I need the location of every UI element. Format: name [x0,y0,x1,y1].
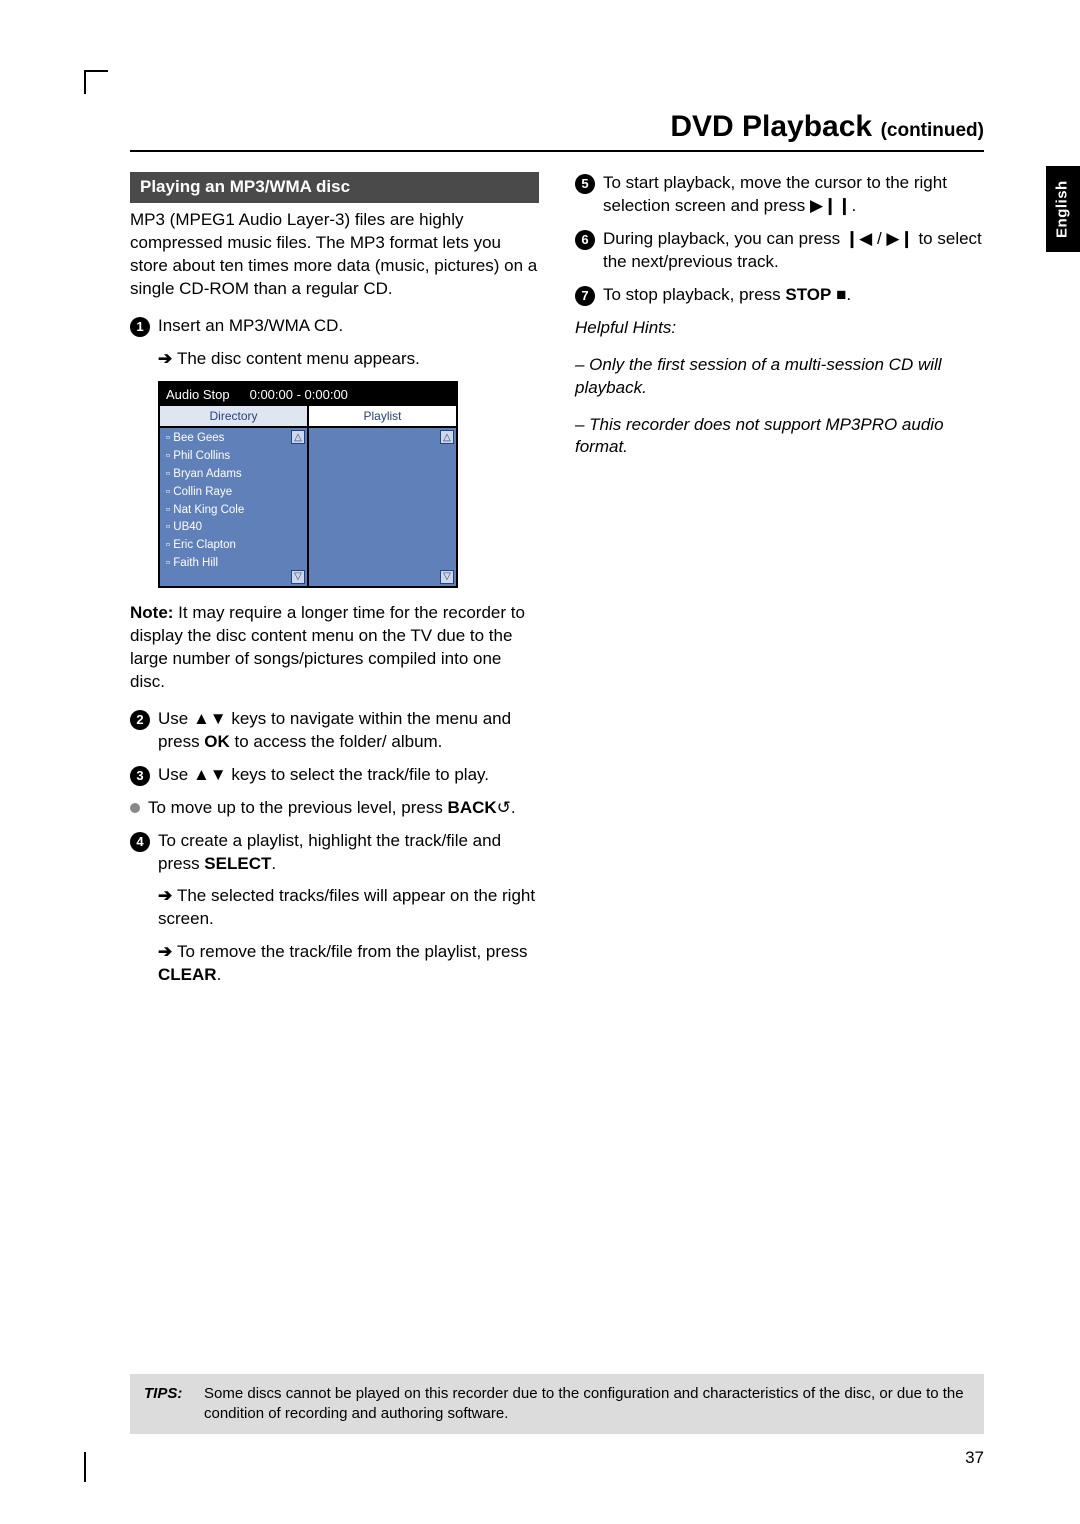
step-number-1: 1 [130,317,150,337]
header-title: DVD Playback [670,110,872,143]
tips-text: Some discs cannot be played on this reco… [204,1384,970,1425]
osd-status-bar: Audio Stop 0:00:00 - 0:00:00 [160,383,456,407]
language-tab: English [1046,166,1080,252]
scroll-up-icon: △ [291,430,305,444]
scroll-down-icon: ▽ [440,570,454,584]
step-5: 5 To start playback, move the cursor to … [575,172,984,218]
crop-mark-bottom-left [84,1452,86,1482]
step-7-text: To stop playback, press STOP ■. [603,284,984,307]
tips-label: TIPS: [144,1384,194,1425]
osd-directory-header: Directory [160,406,307,428]
step-number-3: 3 [130,766,150,786]
step-number-6: 6 [575,230,595,250]
right-column: English 5 To start playback, move the cu… [575,172,984,997]
hint-1: – Only the first session of a multi-sess… [575,354,984,400]
next-track-icon: ▶❙ [886,229,913,248]
osd-playlist-list: △ ▽ [309,428,456,586]
up-down-icon: ▲▼ [193,709,227,728]
step-4: 4 To create a playlist, highlight the tr… [130,830,539,876]
osd-directory-list: △ Bee Gees Phil Collins Bryan Adams Coll… [160,428,307,586]
page-header: DVD Playback (continued) [130,110,984,152]
osd-item: UB40 [160,519,307,537]
osd-screenshot: Audio Stop 0:00:00 - 0:00:00 Directory △… [158,381,458,589]
step-number-7: 7 [575,286,595,306]
osd-time: 0:00:00 - 0:00:00 [250,386,348,404]
up-down-icon: ▲▼ [193,765,227,784]
note-paragraph: Note: It may require a longer time for t… [130,602,539,694]
left-column: Playing an MP3/WMA disc MP3 (MPEG1 Audio… [130,172,539,997]
step-4-result-2: To remove the track/file from the playli… [130,941,539,987]
step-4-result-1: The selected tracks/files will appear on… [130,885,539,931]
step-2-text: Use ▲▼ keys to navigate within the menu … [158,708,539,754]
osd-item: Eric Clapton [160,537,307,555]
bullet-back-text: To move up to the previous level, press … [148,797,516,820]
scroll-down-icon: ▽ [291,570,305,584]
prev-track-icon: ❙◀ [845,229,872,248]
osd-item: Collin Raye [160,484,307,502]
step-6: 6 During playback, you can press ❙◀ / ▶❙… [575,228,984,274]
hints-label: Helpful Hints: [575,317,984,340]
osd-playlist-column: Playlist △ ▽ [307,406,456,586]
page-number: 37 [965,1448,984,1468]
step-3: 3 Use ▲▼ keys to select the track/file t… [130,764,539,787]
step-1-text: Insert an MP3/WMA CD. [158,315,539,338]
bullet-back: To move up to the previous level, press … [130,797,539,820]
osd-item: Bee Gees [160,430,307,448]
step-number-5: 5 [575,174,595,194]
osd-directory-column: Directory △ Bee Gees Phil Collins Bryan … [160,406,307,586]
hint-2: – This recorder does not support MP3PRO … [575,414,984,460]
play-pause-icon: ▶❙❙ [810,196,852,215]
scroll-up-icon: △ [440,430,454,444]
step-number-2: 2 [130,710,150,730]
osd-item: Phil Collins [160,448,307,466]
note-body: It may require a longer time for the rec… [130,603,525,691]
step-number-4: 4 [130,832,150,852]
tips-box: TIPS: Some discs cannot be played on thi… [130,1374,984,1435]
step-7: 7 To stop playback, press STOP ■. [575,284,984,307]
osd-playlist-header: Playlist [309,406,456,428]
stop-icon: ■ [836,285,846,304]
step-6-text: During playback, you can press ❙◀ / ▶❙ t… [603,228,984,274]
intro-paragraph: MP3 (MPEG1 Audio Layer-3) files are high… [130,209,539,301]
step-1: 1 Insert an MP3/WMA CD. [130,315,539,338]
step-5-text: To start playback, move the cursor to th… [603,172,984,218]
step-2: 2 Use ▲▼ keys to navigate within the men… [130,708,539,754]
step-4-text: To create a playlist, highlight the trac… [158,830,539,876]
osd-status: Audio Stop [166,386,230,404]
header-subtitle: (continued) [881,120,984,141]
section-heading: Playing an MP3/WMA disc [130,172,539,203]
osd-item: Nat King Cole [160,502,307,520]
note-label: Note: [130,603,173,622]
back-icon: ↺ [497,798,511,817]
step-1-result: The disc content menu appears. [130,348,539,371]
osd-item: Bryan Adams [160,466,307,484]
osd-item: Faith Hill [160,555,307,573]
step-3-text: Use ▲▼ keys to select the track/file to … [158,764,539,787]
crop-mark-top-left [84,70,108,94]
manual-page: DVD Playback (continued) Playing an MP3/… [0,0,1080,1524]
